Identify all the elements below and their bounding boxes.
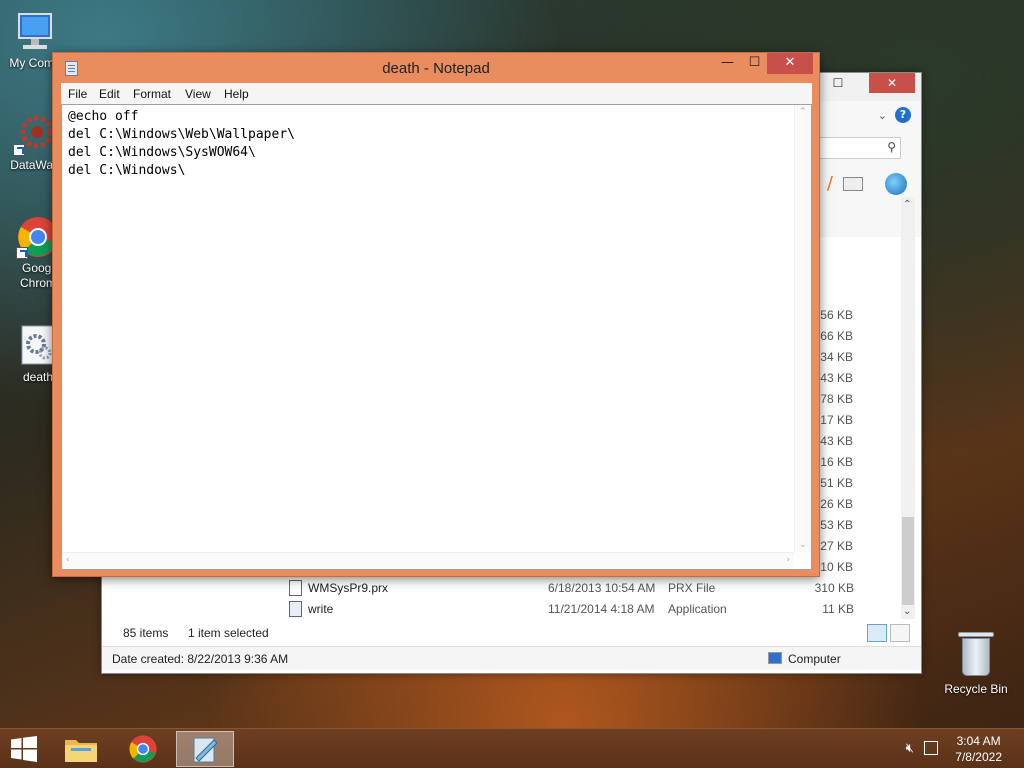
file-row[interactable]: write 11/21/2014 4:18 AM Application 11 … <box>287 599 857 620</box>
shortcut-arrow-icon <box>16 247 28 259</box>
recycle-bin-icon <box>958 632 994 676</box>
editor-vertical-scrollbar[interactable]: ⌃ ⌄ <box>794 105 811 552</box>
editor-content[interactable]: @echo off del C:\Windows\Web\Wallpaper\ … <box>68 108 295 180</box>
menu-file[interactable]: File <box>68 87 87 101</box>
notepad-menubar: File Edit Format View Help <box>61 83 812 104</box>
explorer-details-bar: Date created: 8/22/2013 9:36 AM Computer <box>102 646 921 670</box>
volume-muted-icon[interactable]: 🔇︎ <box>906 741 914 756</box>
file-type: Application <box>668 602 727 616</box>
chrome-icon <box>129 735 157 763</box>
item-count: 85 items <box>123 626 169 640</box>
search-input[interactable]: ⚲ <box>817 137 901 159</box>
editor-horizontal-scrollbar[interactable]: ‹ › <box>62 552 794 569</box>
file-date: 6/18/2013 10:54 AM <box>548 581 656 595</box>
text-editor[interactable]: @echo off del C:\Windows\Web\Wallpaper\ … <box>61 104 812 570</box>
explorer-close-button[interactable]: ✕ <box>869 73 915 93</box>
file-date: 11/21/2014 4:18 AM <box>548 602 655 616</box>
chevron-down-icon[interactable]: ⌄ <box>878 109 887 122</box>
large-icons-view-icon[interactable] <box>890 624 910 642</box>
scroll-up-icon[interactable]: ⌃ <box>799 107 807 117</box>
desktop-icon-label: Recycle Bin <box>944 682 1008 696</box>
clock-time: 3:04 AM <box>956 734 1001 748</box>
folder-icon <box>65 740 97 762</box>
notepad-minimize-button[interactable]: — <box>714 53 741 74</box>
explorer-status-bar: 85 items 1 item selected <box>110 624 913 648</box>
scroll-left-icon[interactable]: ‹ <box>66 555 70 565</box>
menu-help[interactable]: Help <box>224 87 249 101</box>
computer-icon <box>13 10 57 54</box>
check-icon[interactable]: / <box>827 173 833 194</box>
file-name: WMSysPr9.prx <box>308 581 389 595</box>
notepad-titlebar[interactable]: death - Notepad — ☐ ✕ <box>53 53 819 83</box>
file-type: PRX File <box>668 581 716 595</box>
taskbar-chrome[interactable] <box>114 731 172 767</box>
file-size: 310 KB <box>814 581 854 595</box>
file-name: write <box>308 602 334 616</box>
help-icon[interactable]: ? <box>895 107 911 123</box>
taskbar-file-explorer[interactable] <box>52 731 110 767</box>
notepad-close-button[interactable]: ✕ <box>767 53 813 74</box>
properties-icon[interactable] <box>843 177 863 191</box>
explorer-maximize-button[interactable]: ☐ <box>821 73 855 93</box>
explorer-vertical-scrollbar[interactable]: ⌃ ⌄ <box>901 197 915 619</box>
file-row[interactable]: WMSysPr9.prx 6/18/2013 10:54 AM PRX File… <box>287 578 857 599</box>
shortcut-arrow-icon <box>13 144 25 156</box>
date-created-text: Date created: 8/22/2013 9:36 AM <box>112 652 289 666</box>
network-icon[interactable] <box>924 741 938 755</box>
menu-format[interactable]: Format <box>133 87 171 101</box>
taskbar: 🔇︎ 3:04 AM 7/8/2022 <box>0 728 1024 768</box>
selection-count: 1 item selected <box>188 626 269 640</box>
start-button[interactable] <box>0 729 48 768</box>
scrollbar-thumb[interactable] <box>902 517 914 605</box>
location-text: Computer <box>788 652 841 666</box>
windows-logo-icon <box>11 736 37 762</box>
notepad-icon <box>193 737 218 763</box>
file-icon <box>289 580 302 596</box>
computer-icon <box>768 652 782 664</box>
desktop-icon-recycle-bin[interactable]: Recycle Bin <box>940 632 1012 696</box>
scroll-down-icon[interactable]: ⌄ <box>903 606 911 617</box>
gear-shortcut-icon <box>13 112 57 156</box>
menu-edit[interactable]: Edit <box>99 87 120 101</box>
details-view-icon[interactable] <box>867 624 887 642</box>
notepad-window[interactable]: death - Notepad — ☐ ✕ File Edit Format V… <box>52 52 820 577</box>
scroll-right-icon[interactable]: › <box>786 555 790 565</box>
window-title: death - Notepad <box>382 60 490 77</box>
system-clock[interactable]: 3:04 AM 7/8/2022 <box>955 733 1002 765</box>
globe-icon[interactable] <box>885 173 907 195</box>
notepad-maximize-button[interactable]: ☐ <box>741 53 768 74</box>
menu-view[interactable]: View <box>185 87 211 101</box>
clock-date: 7/8/2022 <box>955 750 1002 764</box>
taskbar-notepad[interactable] <box>176 731 234 767</box>
scroll-down-icon[interactable]: ⌄ <box>799 540 807 550</box>
scroll-up-icon[interactable]: ⌃ <box>903 199 911 210</box>
application-icon <box>289 601 302 617</box>
file-size: 11 KB <box>822 602 854 616</box>
search-icon: ⚲ <box>887 140 896 154</box>
